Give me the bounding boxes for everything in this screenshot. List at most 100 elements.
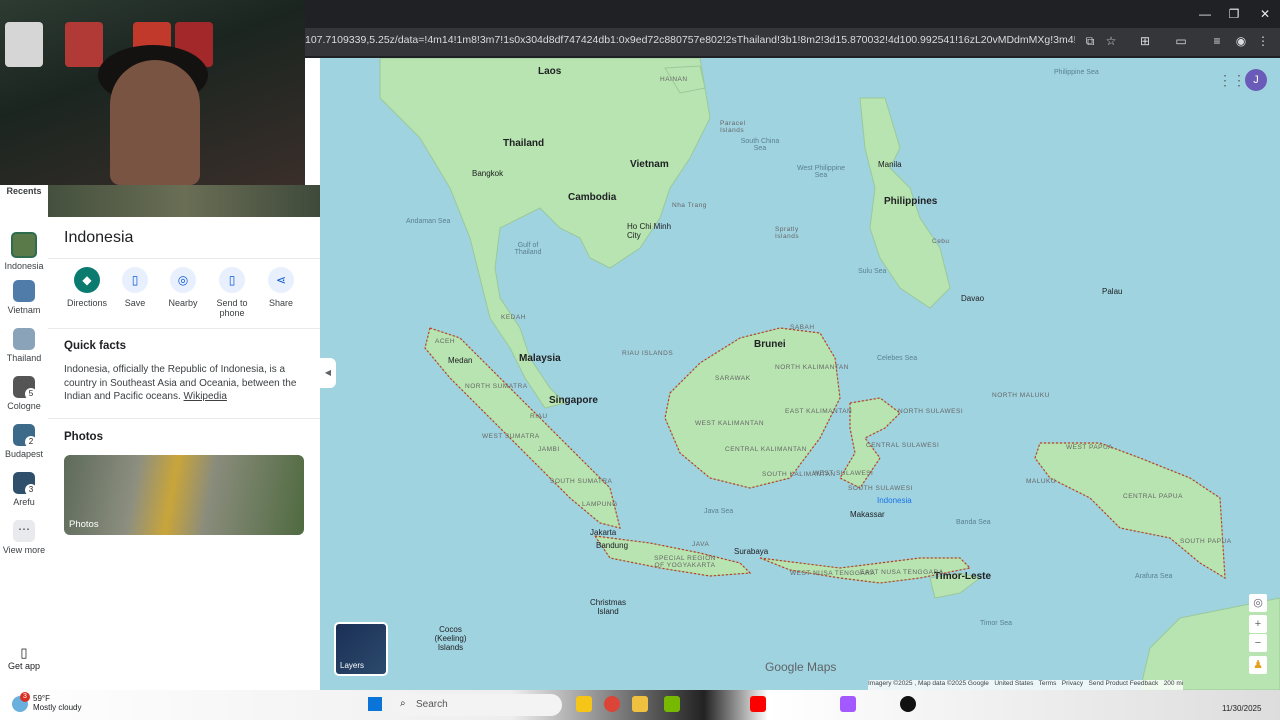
map-label-central-papua[interactable]: CENTRAL PAPUA: [1123, 493, 1183, 500]
recent-item-budapest[interactable]: 2 Budapest: [0, 424, 48, 459]
map-label-maluku[interactable]: MALUKU: [1026, 478, 1056, 485]
map-label-jakarta[interactable]: Jakarta: [590, 528, 616, 537]
nearby-button[interactable]: ◎ Nearby: [155, 267, 211, 308]
url-field[interactable]: 107.7109339,5.25z/data=!4m14!1m8!3m7!1s0…: [305, 34, 1075, 46]
recent-item-vietnam[interactable]: Vietnam: [0, 280, 48, 315]
photos-thumbnail[interactable]: Photos: [64, 455, 304, 535]
reading-list-icon[interactable]: ≡: [1209, 33, 1225, 49]
map-label-cambodia[interactable]: Cambodia: [568, 192, 616, 203]
map-label-indonesia[interactable]: Indonesia: [877, 496, 912, 505]
map-label-philippines[interactable]: Philippines: [884, 196, 937, 207]
map-label-manila[interactable]: Manila: [878, 160, 902, 169]
view-more-button[interactable]: ⋯ View more: [0, 520, 48, 555]
map-label-christmas-island[interactable]: Christmas Island: [583, 598, 633, 616]
map-label-riau[interactable]: RIAU: [530, 413, 548, 420]
map-label-surabaya[interactable]: Surabaya: [734, 547, 768, 556]
map-label-cocos-islands[interactable]: Cocos (Keeling) Islands: [428, 625, 473, 652]
close-icon[interactable]: ✕: [1255, 5, 1275, 23]
map-label-sabah[interactable]: SABAH: [790, 324, 815, 331]
map-label-bandung[interactable]: Bandung: [596, 541, 628, 550]
map-label-ho-chi-minh-city[interactable]: Ho Chi Minh City: [627, 222, 677, 240]
attribution-region[interactable]: United States: [994, 680, 1033, 687]
map-label-north-kalimantan[interactable]: NORTH KALIMANTAN: [775, 364, 849, 371]
taskbar-app-icon[interactable]: [840, 696, 856, 712]
zoom-in-button[interactable]: +: [1249, 615, 1267, 633]
recent-item-thailand[interactable]: Thailand: [0, 328, 48, 363]
taskbar-date[interactable]: 11/30/2025: [1222, 704, 1261, 713]
map-label-lampung[interactable]: LAMPUNG: [582, 501, 618, 508]
taskbar-app-icon[interactable]: [576, 696, 592, 712]
youtube-icon[interactable]: [750, 696, 766, 712]
nvidia-icon[interactable]: [664, 696, 680, 712]
file-explorer-icon[interactable]: [632, 696, 648, 712]
map-label-nha-trang[interactable]: Nha Trang: [672, 202, 707, 209]
map-label-davao[interactable]: Davao: [961, 294, 984, 303]
attribution-privacy[interactable]: Privacy: [1062, 680, 1083, 687]
windows-start-icon[interactable]: [368, 697, 382, 711]
map-label-central-sulawesi[interactable]: CENTRAL SULAWESI: [866, 442, 939, 449]
wikipedia-link[interactable]: Wikipedia: [184, 391, 227, 402]
map-label-west-sumatra[interactable]: WEST SUMATRA: [482, 433, 540, 440]
github-icon[interactable]: [900, 696, 916, 712]
hero-image[interactable]: [48, 185, 320, 217]
map-label-north-sumatra[interactable]: NORTH SUMATRA: [465, 383, 528, 390]
map-label-north-maluku[interactable]: NORTH MALUKU: [992, 392, 1050, 399]
recent-item-arefu[interactable]: 3 Arefu: [0, 472, 48, 507]
map-label-south-sumatra[interactable]: SOUTH SUMATRA: [550, 478, 612, 485]
layers-button[interactable]: Layers: [334, 622, 388, 676]
extensions-icon[interactable]: ⊞: [1137, 33, 1153, 49]
recent-item-indonesia[interactable]: Indonesia: [0, 232, 48, 271]
map-label-makassar[interactable]: Makassar: [850, 510, 885, 519]
map-label-thailand[interactable]: Thailand: [503, 138, 544, 149]
recent-item-cologne[interactable]: 5 Cologne: [0, 376, 48, 411]
map-label-vietnam[interactable]: Vietnam: [630, 159, 669, 170]
profile-icon[interactable]: ◉: [1233, 33, 1249, 49]
map-label-west-papua[interactable]: WEST PAPUA: [1066, 444, 1113, 451]
weather-widget[interactable]: 59°F Mostly cloudy: [33, 694, 81, 712]
map-label-east-nusa-tenggara[interactable]: EAST NUSA TENGGARA: [860, 569, 944, 576]
my-location-icon[interactable]: ◎: [1249, 594, 1267, 612]
map-label-sarawak[interactable]: SARAWAK: [715, 375, 751, 382]
map-label-riau-islands[interactable]: RIAU ISLANDS: [622, 350, 673, 357]
map-label-north-sulawesi[interactable]: NORTH SULAWESI: [898, 408, 963, 415]
map-label-laos[interactable]: Laos: [538, 66, 561, 77]
map-label-central-kalimantan[interactable]: CENTRAL KALIMANTAN: [725, 446, 807, 453]
map-label-malaysia[interactable]: Malaysia: [519, 353, 561, 364]
map-label-aceh[interactable]: ACEH: [435, 338, 455, 345]
zoom-out-button[interactable]: −: [1249, 634, 1267, 652]
pegman-icon[interactable]: ♟: [1249, 656, 1267, 674]
map-label-jambi[interactable]: JAMBI: [538, 446, 560, 453]
sidebar-icon[interactable]: ▭: [1173, 33, 1189, 49]
collapse-panel-button[interactable]: ◀: [320, 358, 336, 388]
install-icon[interactable]: ⧉: [1082, 33, 1098, 49]
map-label-cebu[interactable]: Cebu: [932, 238, 950, 245]
map-label-singapore[interactable]: Singapore: [549, 395, 598, 406]
map-canvas[interactable]: Laos Thailand Vietnam Cambodia Philippin…: [320, 58, 1280, 690]
attribution-feedback[interactable]: Send Product Feedback: [1089, 680, 1159, 687]
account-avatar[interactable]: J: [1245, 69, 1267, 91]
maximize-icon[interactable]: ❐: [1224, 5, 1244, 23]
map-label-brunei[interactable]: Brunei: [754, 339, 786, 350]
map-label-yogyakarta[interactable]: SPECIAL REGION OF YOGYAKARTA: [650, 555, 720, 569]
map-label-medan[interactable]: Medan: [448, 356, 472, 365]
send-to-phone-button[interactable]: ▯ Send to phone: [204, 267, 260, 318]
share-button[interactable]: ⋖ Share: [253, 267, 309, 308]
map-label-east-kalimantan[interactable]: EAST KALIMANTAN: [785, 408, 852, 415]
scale-bar[interactable]: 200 mi: [1164, 680, 1184, 687]
map-label-kedah[interactable]: KEDAH: [501, 314, 526, 321]
map-label-spratly-islands[interactable]: Spratly Islands: [775, 226, 803, 240]
attribution-terms[interactable]: Terms: [1039, 680, 1057, 687]
map-label-java[interactable]: JAVA: [692, 541, 709, 548]
map-label-west-kalimantan[interactable]: WEST KALIMANTAN: [695, 420, 764, 427]
get-app-button[interactable]: ▯ Get app: [0, 645, 48, 671]
bookmark-star-icon[interactable]: ☆: [1103, 33, 1119, 49]
map-label-bangkok[interactable]: Bangkok: [472, 169, 503, 178]
map-label-south-papua[interactable]: SOUTH PAPUA: [1180, 538, 1232, 545]
map-label-south-sulawesi[interactable]: SOUTH SULAWESI: [848, 485, 913, 492]
map-label-palau[interactable]: Palau: [1102, 287, 1122, 296]
map-label-hainan[interactable]: HAINAN: [660, 76, 688, 83]
chrome-icon[interactable]: [604, 696, 620, 712]
taskbar-search[interactable]: ⌕ Search: [392, 694, 562, 716]
map-label-paracel-islands[interactable]: Paracel Islands: [720, 120, 748, 134]
menu-icon[interactable]: ⋮: [1255, 33, 1271, 49]
